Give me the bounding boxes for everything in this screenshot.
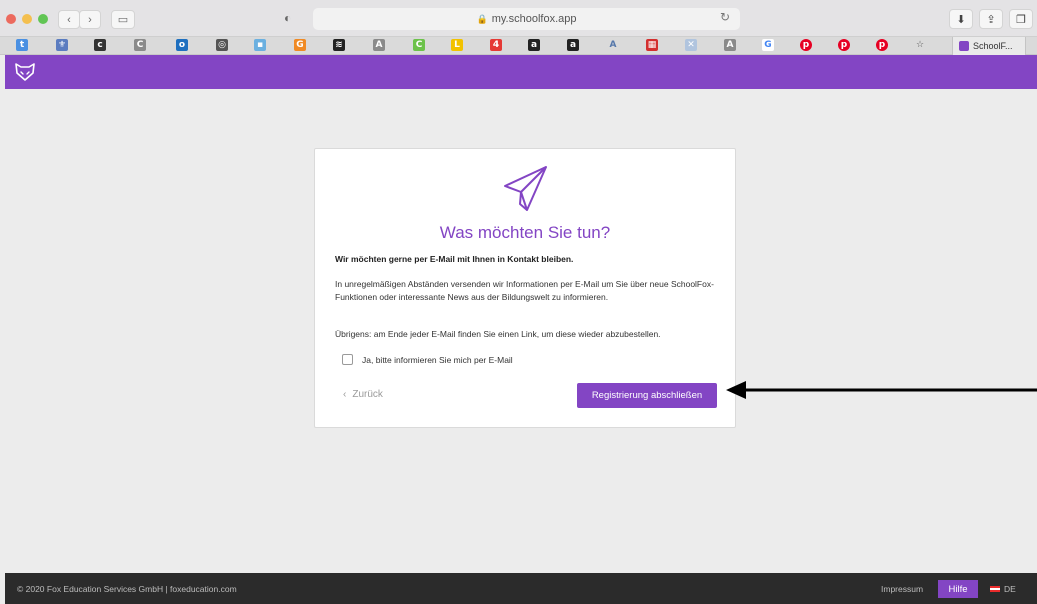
bookmark-twitter-icon[interactable]: t <box>16 39 28 51</box>
page-footer: © 2020 Fox Education Services GmbH | fox… <box>5 573 1037 604</box>
language-selector[interactable]: DE <box>990 584 1016 594</box>
bookmark-icon[interactable]: G <box>294 39 306 51</box>
bookmark-outlook-icon[interactable]: o <box>176 39 188 51</box>
bookmark-icon[interactable]: ≋ <box>333 39 345 51</box>
reload-icon[interactable]: ↻ <box>720 10 730 24</box>
newsletter-checkbox-label[interactable]: Ja, bitte informieren Sie mich per E-Mai… <box>362 355 513 365</box>
bookmark-icon[interactable]: ⚜ <box>56 39 68 51</box>
email-consent-card: Was möchten Sie tun? Wir möchten gerne p… <box>314 148 736 428</box>
impressum-link[interactable]: Impressum <box>881 584 923 594</box>
back-link-label: Zurück <box>352 389 383 400</box>
bookmark-icon[interactable]: A <box>373 39 385 51</box>
browser-toolbar: ‹ › ▭ ◐ 🔒 my.schoolfox.app ↻ ⬇ ⇪ ❐ <box>0 0 1037 37</box>
app-header <box>5 55 1037 89</box>
copyright-text: © 2020 Fox Education Services GmbH | fox… <box>17 584 237 594</box>
bookmark-icon[interactable]: ✕ <box>685 39 697 51</box>
newsletter-checkbox-row[interactable]: Ja, bitte informieren Sie mich per E-Mai… <box>342 354 513 365</box>
tabs-overview-icon[interactable]: ❐ <box>1009 9 1033 29</box>
back-nav-button[interactable]: ‹ <box>58 10 80 29</box>
bookmark-pinterest-icon[interactable]: p <box>838 39 850 51</box>
back-link[interactable]: ‹ Zurück <box>343 389 383 400</box>
language-label: DE <box>1004 584 1016 594</box>
address-bar-url: my.schoolfox.app <box>491 13 577 25</box>
privacy-shield-icon[interactable]: ◐ <box>284 11 291 25</box>
bookmark-pinterest-icon[interactable]: p <box>876 39 888 51</box>
bookmark-icon[interactable]: C <box>134 39 146 51</box>
bookmarks-bar: t ⚜ c C o ◎ ▪ G ≋ A C L 4 a a A ▦ ✕ A G … <box>0 37 1037 55</box>
schoolfox-logo-icon[interactable] <box>14 62 36 82</box>
card-lead-text: Wir möchten gerne per E-Mail mit Ihnen i… <box>335 254 574 264</box>
paper-plane-icon <box>504 166 547 211</box>
info-paragraph: In unregelmäßigen Abständen versenden wi… <box>335 279 714 302</box>
newsletter-checkbox[interactable] <box>342 354 353 365</box>
austria-flag-icon <box>990 586 1000 592</box>
bookmark-pinterest-icon[interactable]: p <box>800 39 812 51</box>
download-icon[interactable]: ⬇ <box>949 9 973 29</box>
toolbar-right-icons: ⬇ ⇪ ❐ <box>949 9 1033 29</box>
chevron-left-icon: ‹ <box>343 389 347 400</box>
bookmark-icon[interactable]: ▪ <box>254 39 266 51</box>
bookmark-google-icon[interactable]: G <box>762 39 774 51</box>
bookmark-amazon-icon[interactable]: a <box>528 39 540 51</box>
card-title: Was möchten Sie tun? <box>439 223 611 242</box>
bookmark-icon[interactable]: A <box>724 39 736 51</box>
help-button[interactable]: Hilfe <box>938 580 978 598</box>
minimize-window-button[interactable] <box>22 14 32 24</box>
bookmark-icon[interactable]: A <box>607 39 619 51</box>
bookmark-amazon-icon[interactable]: a <box>567 39 579 51</box>
bookmark-star-icon[interactable]: ☆ <box>914 39 926 51</box>
close-window-button[interactable] <box>6 14 16 24</box>
schoolfox-favicon-icon <box>959 41 969 51</box>
unsubscribe-paragraph: Übrigens: am Ende jeder E-Mail finden Si… <box>335 329 661 339</box>
tab-schoolfox[interactable]: SchoolF... <box>952 37 1026 55</box>
lock-icon: 🔒 <box>476 13 488 24</box>
bookmark-icon[interactable]: C <box>413 39 425 51</box>
screenshot: ‹ › ▭ ◐ 🔒 my.schoolfox.app ↻ ⬇ ⇪ ❐ t ⚜ c… <box>0 0 1037 604</box>
tab-title: SchoolF... <box>973 41 1013 51</box>
sidebar-toggle-button[interactable]: ▭ <box>111 10 135 29</box>
bookmark-icon[interactable]: 4 <box>490 39 502 51</box>
bookmark-grid-icon[interactable]: ▦ <box>646 39 658 51</box>
address-bar[interactable]: 🔒 my.schoolfox.app <box>313 8 740 30</box>
complete-registration-button[interactable]: Registrierung abschließen <box>577 383 717 408</box>
bookmark-instagram-icon[interactable]: ◎ <box>216 39 228 51</box>
bookmark-lidl-icon[interactable]: L <box>451 39 463 51</box>
annotation-arrow-icon <box>726 381 1037 399</box>
fullscreen-window-button[interactable] <box>38 14 48 24</box>
bookmark-cc-icon[interactable]: c <box>94 39 106 51</box>
forward-nav-button[interactable]: › <box>79 10 101 29</box>
share-icon[interactable]: ⇪ <box>979 9 1003 29</box>
